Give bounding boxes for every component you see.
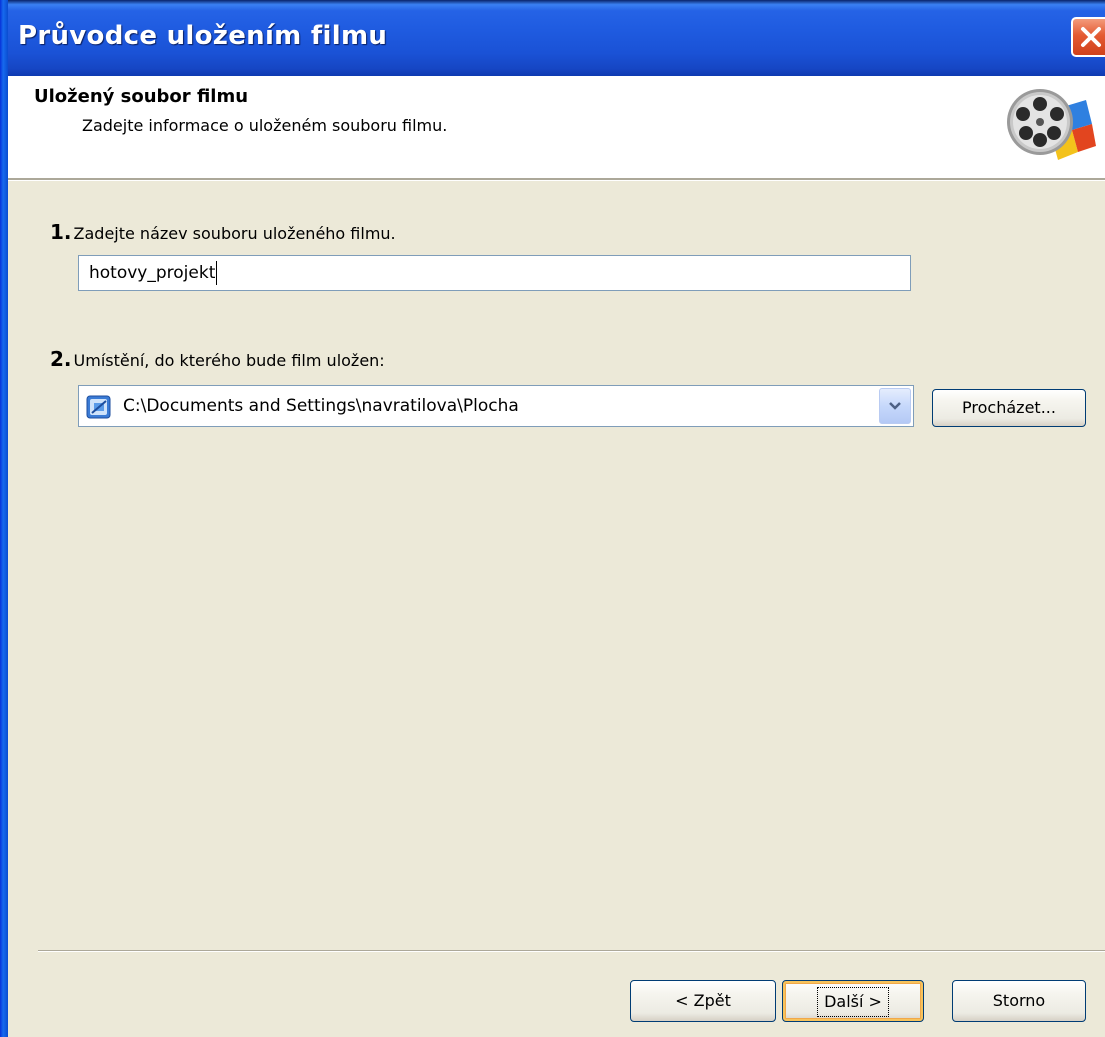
title-bar[interactable]: Průvodce uložením filmu xyxy=(0,0,1105,76)
step1-number: 1. xyxy=(50,220,72,244)
wizard-header: Uložený soubor filmu Zadejte informace o… xyxy=(8,76,1105,178)
filename-value: hotovy_projekt xyxy=(89,263,216,283)
location-combobox[interactable]: C:\Documents and Settings\navratilova\Pl… xyxy=(78,385,914,427)
close-button[interactable] xyxy=(1071,17,1105,57)
text-caret xyxy=(216,261,218,285)
footer-divider xyxy=(38,950,1105,952)
location-value: C:\Documents and Settings\navratilova\Pl… xyxy=(123,396,519,416)
step2-number: 2. xyxy=(50,347,72,371)
header-title: Uložený soubor filmu xyxy=(34,86,249,107)
window-left-border xyxy=(0,0,8,1037)
header-subtitle: Zadejte informace o uloženém souboru fil… xyxy=(82,116,448,135)
filename-input[interactable]: hotovy_projekt xyxy=(78,255,911,291)
step1-text: Zadejte název souboru uloženého filmu. xyxy=(73,224,396,243)
step2-label: 2. Umístění, do kterého bude film uložen: xyxy=(50,347,385,371)
chevron-down-icon xyxy=(889,402,901,410)
save-movie-wizard-window: Průvodce uložením filmu Uložený soubor f… xyxy=(0,0,1105,1037)
step1-label: 1. Zadejte název souboru uloženého filmu. xyxy=(50,220,396,244)
window-title: Průvodce uložením filmu xyxy=(18,21,388,51)
next-button-label: Další > xyxy=(817,986,889,1017)
cancel-button[interactable]: Storno xyxy=(952,980,1086,1022)
close-icon xyxy=(1081,27,1101,47)
back-button[interactable]: < Zpět xyxy=(630,980,776,1022)
header-divider xyxy=(8,178,1105,181)
next-button[interactable]: Další > xyxy=(782,980,924,1022)
step2-text: Umístění, do kterého bude film uložen: xyxy=(73,351,385,370)
desktop-folder-icon xyxy=(86,395,111,419)
movie-maker-film-reel-icon xyxy=(1007,89,1096,160)
location-dropdown-button[interactable] xyxy=(879,388,911,424)
browse-button[interactable]: Procházet... xyxy=(932,389,1086,427)
